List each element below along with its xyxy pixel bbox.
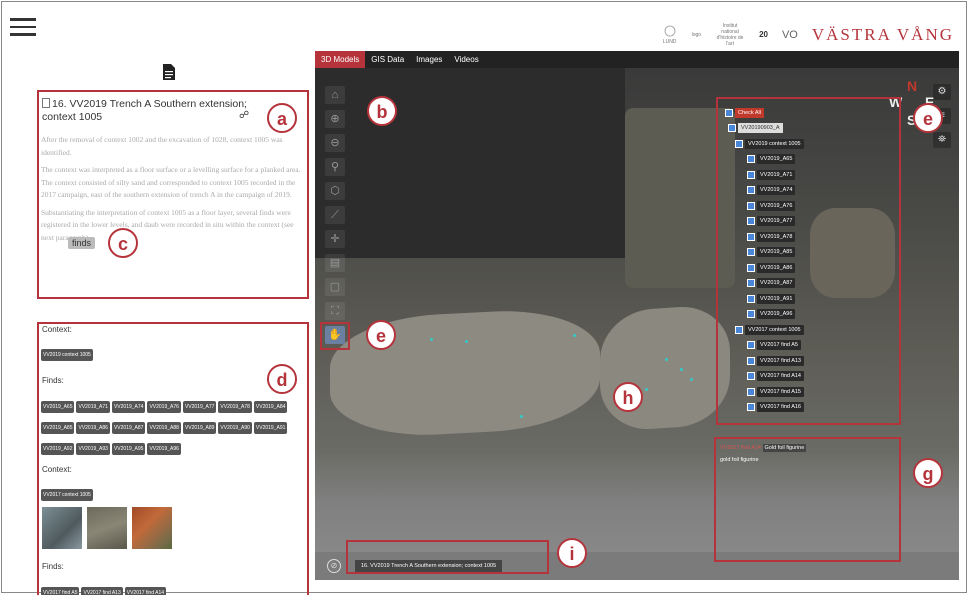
fullscreen-icon[interactable]: ⛶ <box>325 302 345 320</box>
document-icon[interactable] <box>163 64 175 80</box>
pin-icon[interactable]: ⚲ <box>325 158 345 176</box>
hamburger-menu-icon[interactable] <box>10 18 36 36</box>
settings-icon[interactable]: ⚙ <box>933 84 951 100</box>
brand-title: VÄSTRA VÅNG <box>811 25 954 44</box>
annotation-badge-e-right: e <box>913 103 943 133</box>
annotation-box-i <box>346 540 549 574</box>
lund-logo: LUND <box>662 25 678 45</box>
annotation-box-e-right <box>716 97 901 425</box>
media-tabs: 3D Models GIS Data Images Videos <box>315 51 959 68</box>
viewer-background <box>315 68 625 258</box>
measure-icon[interactable]: ⟋ <box>325 206 345 224</box>
anniversary-logo: 20 <box>759 30 768 39</box>
tab-images[interactable]: Images <box>410 51 448 68</box>
zoom-in-icon[interactable]: ⊕ <box>325 110 345 128</box>
map-icon[interactable]: ⛯ <box>933 132 951 148</box>
annotation-box-g <box>714 437 901 562</box>
tab-gis-data[interactable]: GIS Data <box>365 51 410 68</box>
frame-icon[interactable]: ▢ <box>325 278 345 296</box>
viewer-toolbar: ⌂ ⊕ ⊖ ⚲ ⬡ ⟋ ✛ ▤ ▢ ⛶ ✋ <box>325 86 347 350</box>
annotation-badge-h: h <box>613 382 643 412</box>
annotation-box-d <box>37 322 309 595</box>
annotation-badge-d: d <box>267 364 297 394</box>
annotation-badge-a: a <box>267 103 297 133</box>
zoom-out-icon[interactable]: ⊖ <box>325 134 345 152</box>
annotation-badge-b: b <box>367 96 397 126</box>
vo-logo: VO <box>781 29 798 41</box>
partner-logos: LUND logo Institut national d'histoire d… <box>662 20 954 50</box>
inha-logo: Institut national d'histoire de l'art <box>716 23 744 47</box>
stone-slab <box>600 303 730 433</box>
tab-videos[interactable]: Videos <box>448 51 484 68</box>
partner-logo-2: logo <box>691 32 702 38</box>
annotation-badge-i: i <box>557 538 587 568</box>
home-icon[interactable]: ⌂ <box>325 86 345 104</box>
layers-icon[interactable]: ▤ <box>325 254 345 272</box>
annotation-box-e-left <box>320 322 350 350</box>
reset-view-icon[interactable]: ⊘ <box>327 559 341 573</box>
annotation-badge-c: c <box>108 228 138 258</box>
compass-n: N <box>907 78 918 94</box>
annotation-badge-g: g <box>913 458 943 488</box>
annotation-badge-e-left: e <box>366 320 396 350</box>
cube-icon[interactable]: ⬡ <box>325 182 345 200</box>
crosshair-icon[interactable]: ✛ <box>325 230 345 248</box>
tab-3d-models[interactable]: 3D Models <box>315 51 366 68</box>
